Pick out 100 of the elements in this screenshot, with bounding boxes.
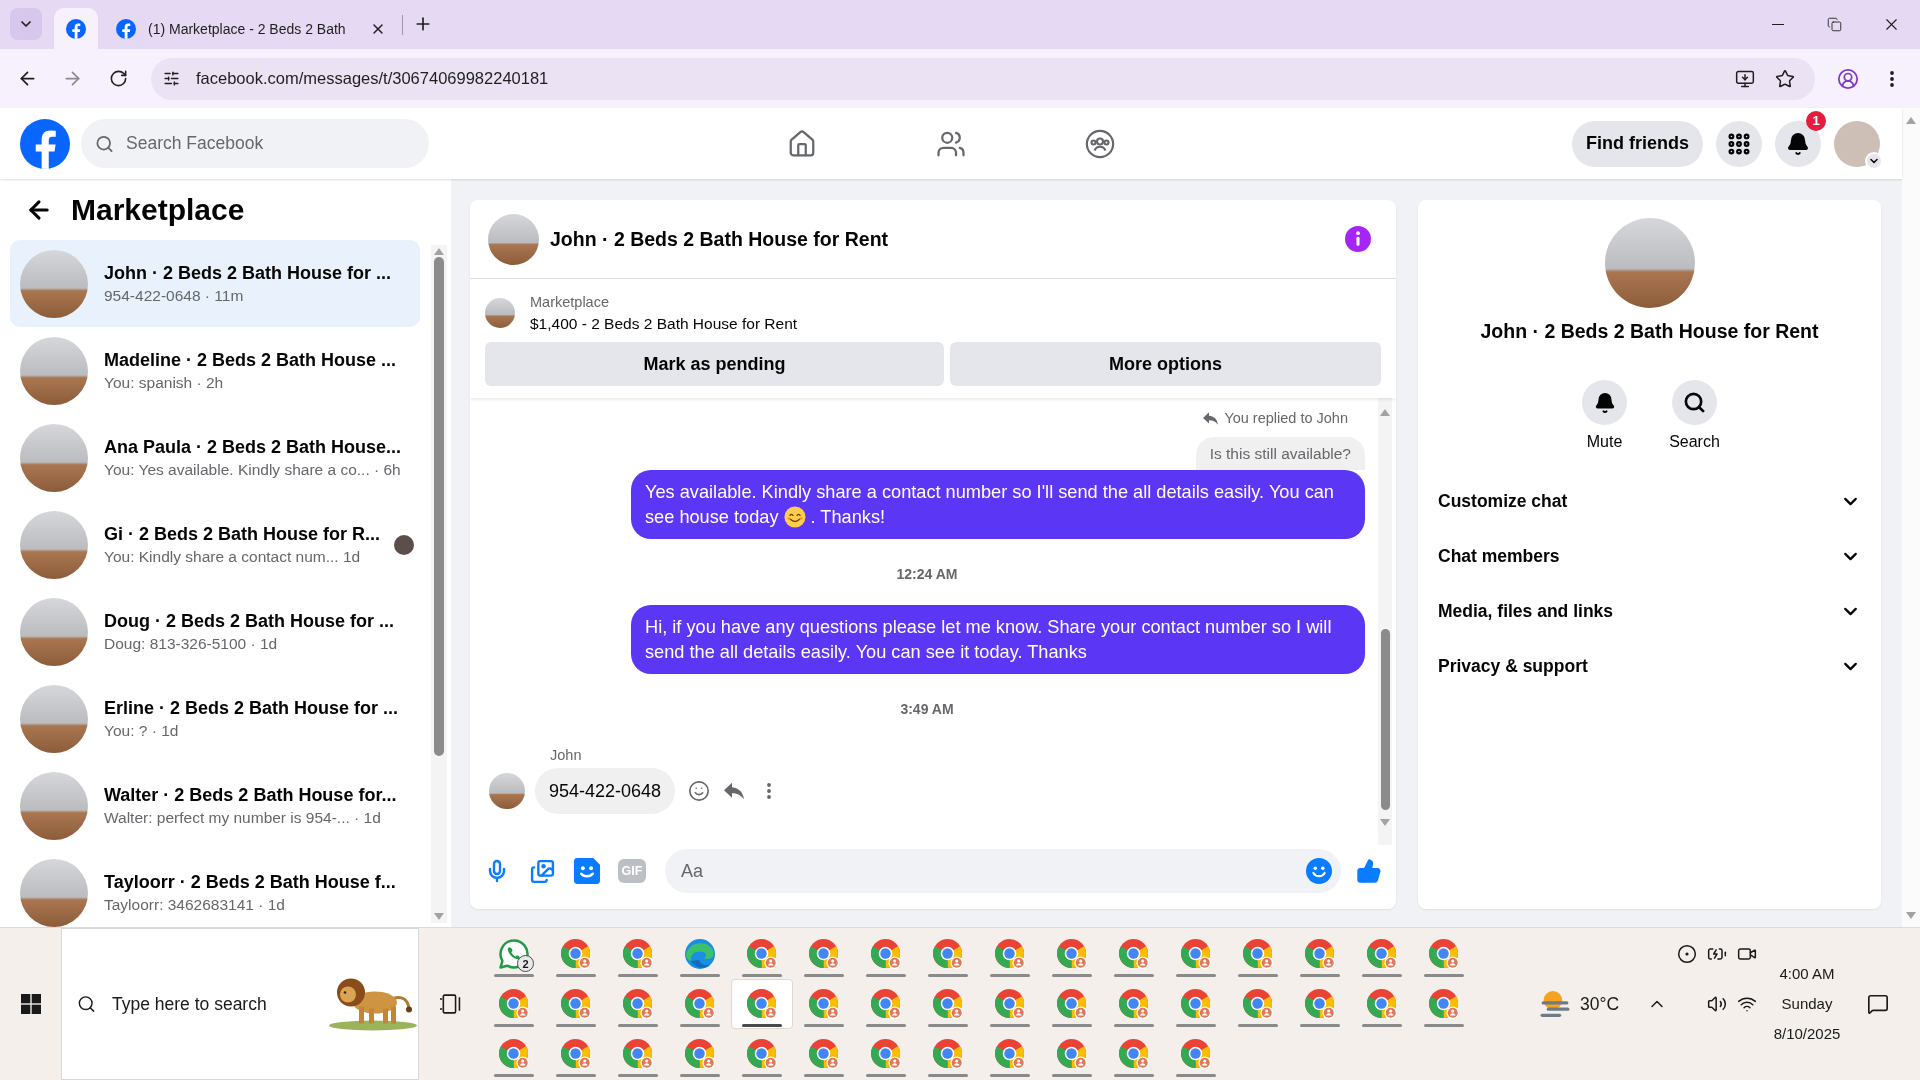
conversation-item[interactable]: Ana Paula · 2 Beds 2 Bath House... You: Yes available. Kindly share a co... · 6h — [10, 414, 420, 501]
taskbar-app[interactable]: 2 — [483, 929, 545, 979]
thumbs-up-icon — [1356, 858, 1382, 884]
conversation-title: John · 2 Beds 2 Bath House for Rent — [1480, 319, 1819, 343]
accordion-item[interactable]: Chat members — [1418, 529, 1881, 584]
chrome-icon — [623, 1039, 653, 1069]
tab-list-button[interactable] — [10, 8, 42, 40]
smiley-icon — [688, 780, 711, 802]
chrome-icon — [1057, 989, 1087, 1019]
scroll-up-icon[interactable] — [1906, 117, 1916, 124]
volume-icon[interactable] — [1707, 994, 1727, 1014]
search-button[interactable]: Search — [1659, 380, 1730, 452]
chrome-icon — [1305, 989, 1335, 1019]
scrollbar-thumb[interactable] — [434, 257, 444, 756]
scrollbar[interactable] — [1902, 108, 1920, 927]
reload-icon — [108, 69, 128, 88]
mute-button[interactable]: Mute — [1569, 380, 1640, 452]
search-field[interactable]: Search Facebook — [81, 119, 429, 168]
record-icon[interactable] — [1677, 944, 1697, 964]
chrome-icon — [747, 989, 777, 1019]
conversation-item[interactable]: John · 2 Beds 2 Bath House for ... 954-422-0648 · 11m — [10, 240, 420, 327]
restore-icon — [1827, 17, 1842, 32]
search-icon — [95, 134, 114, 153]
chrome-icon — [933, 939, 963, 969]
home-icon — [787, 128, 817, 159]
conversation-item[interactable]: Doug · 2 Beds 2 Bath House for ... Doug: 813-326-5100 · 1d — [10, 588, 420, 675]
bell-icon — [1786, 131, 1810, 156]
menu-icon — [1890, 70, 1894, 87]
scroll-up-icon[interactable] — [1380, 409, 1390, 416]
clock-day[interactable]: Sunday — [1781, 989, 1833, 1019]
chrome-icon — [1243, 939, 1273, 969]
grid-menu-icon — [1726, 130, 1752, 157]
message-field[interactable]: Aa — [665, 849, 1341, 893]
scrollbar[interactable] — [1378, 398, 1392, 845]
emoji-icon[interactable] — [1306, 858, 1332, 884]
accordion-item[interactable]: Media, files and links — [1418, 584, 1881, 639]
listing-photo — [488, 213, 539, 265]
clock-date[interactable]: 8/10/2025 — [1773, 1019, 1841, 1049]
clock-time[interactable]: 4:00 AM — [1779, 959, 1835, 989]
search-icon — [1683, 391, 1706, 414]
chrome-icon — [685, 1039, 715, 1069]
scrollbar-thumb[interactable] — [1380, 629, 1390, 810]
conversation-name: Doug · 2 Beds 2 Bath House for ... — [104, 610, 396, 633]
conversation-preview: You: spanish · 2h — [104, 373, 225, 393]
address-bar[interactable]: facebook.com/messages/t/30674069982240181 — [151, 57, 1815, 100]
sliders-icon — [162, 70, 180, 87]
conversation-item[interactable]: Gi · 2 Beds 2 Bath House for R... You: Kindly share a contact num... 1d — [10, 501, 420, 588]
notification-badge: 1 — [1806, 110, 1826, 131]
scroll-down-icon[interactable] — [1380, 819, 1390, 826]
weather-temperature[interactable]: 30°C — [1580, 993, 1620, 1015]
scroll-up-icon[interactable] — [434, 248, 444, 255]
task-view-icon — [438, 994, 461, 1014]
menu-button[interactable] — [1716, 120, 1762, 167]
conversation-item[interactable]: Madeline · 2 Beds 2 Bath House ... You: spanish · 2h — [10, 327, 420, 414]
facebook-logo-icon — [66, 18, 86, 39]
chrome-icon — [1119, 1039, 1149, 1069]
wifi-icon[interactable] — [1737, 994, 1757, 1014]
info-icon[interactable] — [1345, 226, 1371, 252]
conversation-preview: 954-422-0648 · 11m — [104, 286, 245, 306]
chrome-icon — [623, 939, 653, 969]
conversation-item[interactable]: Erline · 2 Beds 2 Bath House for ... You: ? · 1d — [10, 675, 420, 762]
find-friends-button[interactable]: Find friends — [1572, 120, 1703, 167]
reply-label: You replied to John — [1224, 410, 1348, 426]
conversation-name: Madeline · 2 Beds 2 Bath House ... — [104, 349, 398, 372]
pinned-tab[interactable] — [54, 8, 98, 49]
facebook-logo-icon[interactable] — [20, 118, 70, 169]
conversation-name: Erline · 2 Beds 2 Bath House for ... — [104, 697, 400, 720]
browser-tab[interactable]: (1) Marketplace - 2 Beds 2 Bath — [104, 8, 398, 49]
chrome-icon — [1367, 989, 1397, 1019]
chrome-icon — [747, 1039, 777, 1069]
chrome-icon — [685, 989, 715, 1019]
taskbar-app[interactable] — [731, 979, 793, 1029]
weather-icon[interactable] — [1540, 991, 1570, 1017]
conversation-item[interactable]: Walter · 2 Beds 2 Bath House for... Walter: perfect my number is 954-... · 1d — [10, 762, 420, 849]
scroll-down-icon[interactable] — [1906, 912, 1916, 919]
message-bubble: 954-422-0648 — [535, 768, 676, 814]
chrome-icon — [1243, 989, 1273, 1019]
conversation-preview: You: ? · 1d — [104, 721, 180, 741]
scroll-down-icon[interactable] — [434, 913, 444, 920]
chrome-icon — [1181, 989, 1211, 1019]
chrome-icon — [1429, 989, 1459, 1019]
search-icon — [77, 994, 96, 1014]
accordion-item[interactable]: Privacy & support — [1418, 639, 1881, 694]
star-icon — [1775, 68, 1795, 89]
conversation-name: Gi · 2 Beds 2 Bath House for R... — [104, 523, 382, 546]
chrome-icon — [747, 939, 777, 969]
react-button[interactable] — [687, 779, 712, 803]
chrome-icon — [809, 939, 839, 969]
facebook-logo-icon — [116, 18, 136, 39]
accordion-item[interactable]: Customize chat — [1418, 474, 1881, 529]
conversation-item[interactable]: Tayloorr · 2 Beds 2 Bath House f... Tayloorr: 3462683141 · 1d — [10, 849, 420, 927]
chrome-icon — [499, 1039, 529, 1069]
listing-action-button[interactable]: More options — [950, 342, 1381, 386]
search-field[interactable]: Type here to search — [61, 928, 419, 1080]
conversation-preview: You: Kindly share a contact num... 1d — [104, 547, 362, 567]
scrollbar[interactable] — [431, 245, 447, 923]
notification-icon[interactable] — [1867, 993, 1889, 1015]
chrome-icon — [933, 989, 963, 1019]
chrome-icon — [561, 939, 591, 969]
listing-action-button[interactable]: Mark as pending — [485, 342, 944, 386]
